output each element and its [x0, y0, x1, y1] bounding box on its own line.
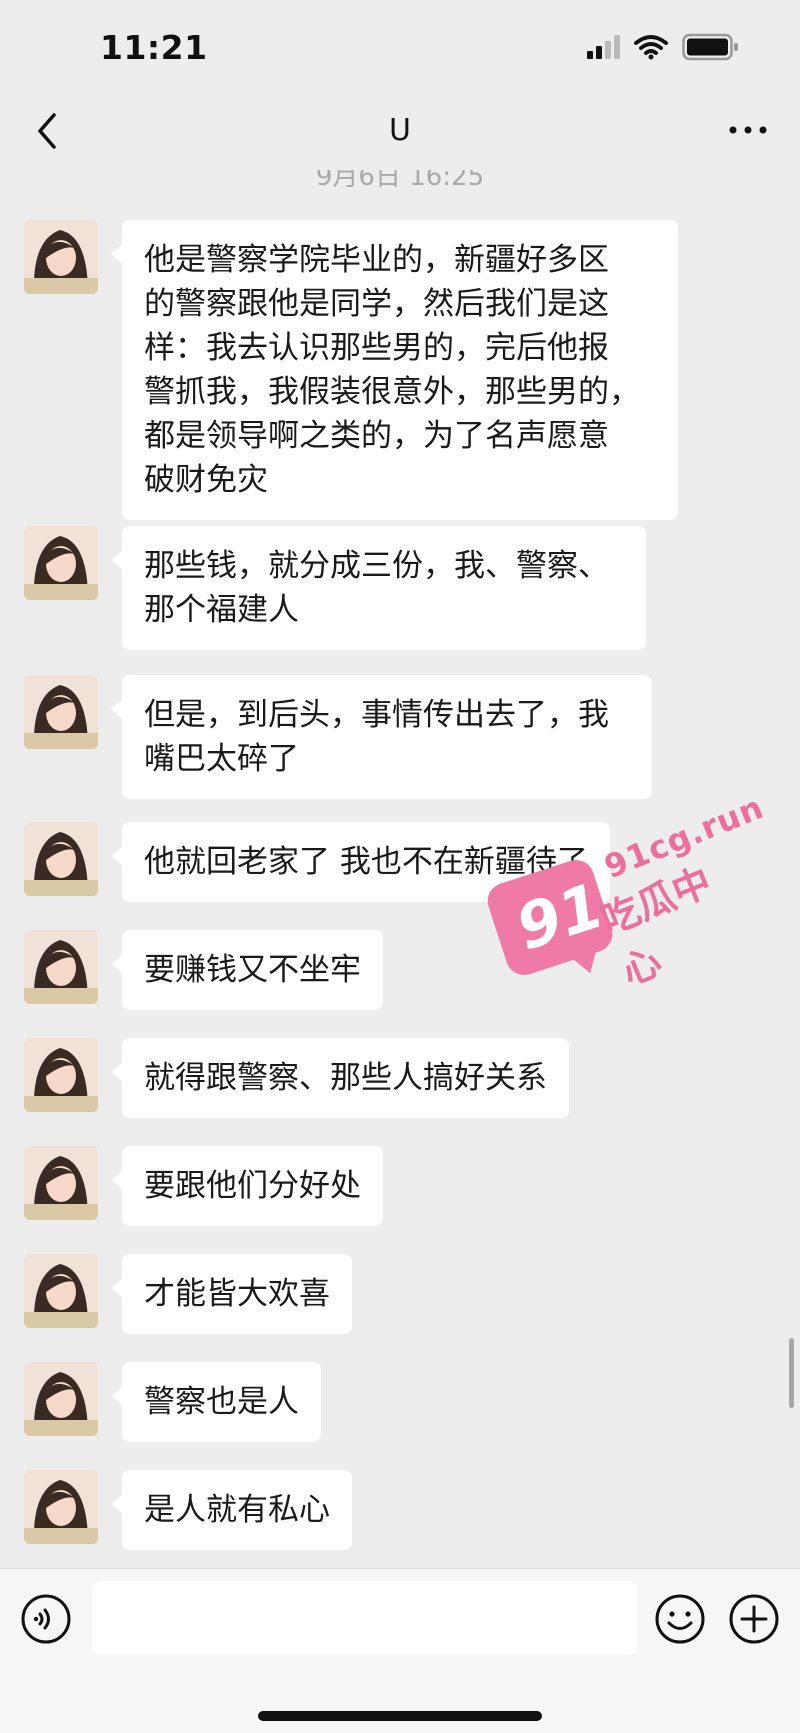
avatar-photo — [24, 526, 98, 600]
status-bar: 11:21 — [0, 0, 800, 95]
message-row: 但是，到后头，事情传出去了，我 嘴巴太碎了 — [24, 675, 652, 799]
message-row: 他就回老家了 我也不在新疆待了 — [24, 822, 610, 902]
avatar-photo — [24, 1146, 98, 1220]
avatar-photo — [24, 1470, 98, 1544]
plus-icon — [729, 1594, 779, 1644]
message-row: 警察也是人 — [24, 1362, 321, 1442]
status-time: 11:21 — [100, 28, 208, 67]
message-bubble[interactable]: 要跟他们分好处 — [111, 1146, 383, 1226]
message-bubble[interactable]: 要赚钱又不坐牢 — [111, 930, 383, 1010]
voice-icon — [21, 1594, 71, 1644]
emoji-icon — [655, 1594, 705, 1644]
avatar[interactable] — [24, 1470, 98, 1544]
battery-icon — [682, 33, 740, 61]
more-dots-icon — [729, 126, 767, 134]
chat-area[interactable]: 9月6日 16:25 他是警察学院毕业的，新疆好多区 的警察跟他是同学，然后我们… — [0, 170, 800, 1570]
message-bubble[interactable]: 但是，到后头，事情传出去了，我 嘴巴太碎了 — [111, 675, 652, 799]
message-bubble[interactable]: 是人就有私心 — [111, 1470, 352, 1550]
message-bubble[interactable]: 才能皆大欢喜 — [111, 1254, 352, 1334]
avatar-photo — [24, 1362, 98, 1436]
message-bubble[interactable]: 他就回老家了 我也不在新疆待了 — [111, 822, 610, 902]
avatar[interactable] — [24, 1362, 98, 1436]
emoji-button[interactable] — [654, 1593, 706, 1645]
message-bubble[interactable]: 那些钱，就分成三份，我、警察、 那个福建人 — [111, 526, 646, 650]
nav-bar: U — [0, 95, 800, 170]
avatar-photo — [24, 822, 98, 896]
message-bubble[interactable]: 就得跟警察、那些人搞好关系 — [111, 1038, 569, 1118]
message-row: 就得跟警察、那些人搞好关系 — [24, 1038, 569, 1118]
voice-button[interactable] — [20, 1593, 72, 1645]
avatar[interactable] — [24, 822, 98, 896]
avatar[interactable] — [24, 1254, 98, 1328]
wifi-icon — [634, 34, 668, 60]
avatar[interactable] — [24, 1038, 98, 1112]
input-bar — [0, 1568, 800, 1733]
avatar[interactable] — [24, 675, 98, 749]
avatar[interactable] — [24, 1146, 98, 1220]
message-bubble[interactable]: 他是警察学院毕业的，新疆好多区 的警察跟他是同学，然后我们是这 样：我去认识那些… — [111, 220, 678, 520]
message-row: 要跟他们分好处 — [24, 1146, 383, 1226]
avatar-photo — [24, 930, 98, 1004]
message-row: 才能皆大欢喜 — [24, 1254, 352, 1334]
avatar-photo — [24, 220, 98, 294]
home-indicator — [258, 1711, 542, 1721]
avatar[interactable] — [24, 526, 98, 600]
message-input[interactable] — [92, 1581, 637, 1655]
avatar-photo — [24, 1254, 98, 1328]
message-row: 他是警察学院毕业的，新疆好多区 的警察跟他是同学，然后我们是这 样：我去认识那些… — [24, 220, 678, 520]
avatar[interactable] — [24, 930, 98, 1004]
scrollbar[interactable] — [789, 1338, 794, 1408]
chat-title: U — [389, 113, 411, 148]
avatar[interactable] — [24, 220, 98, 294]
avatar-photo — [24, 1038, 98, 1112]
message-row: 要赚钱又不坐牢 — [24, 930, 383, 1010]
plus-button[interactable] — [728, 1593, 780, 1645]
avatar-photo — [24, 675, 98, 749]
more-button[interactable] — [726, 115, 770, 145]
message-timestamp: 9月6日 16:25 — [315, 170, 485, 192]
signal-icon — [587, 35, 620, 59]
message-row: 是人就有私心 — [24, 1470, 352, 1550]
status-icons — [587, 32, 740, 62]
message-row: 那些钱，就分成三份，我、警察、 那个福建人 — [24, 526, 646, 650]
message-bubble[interactable]: 警察也是人 — [111, 1362, 321, 1442]
